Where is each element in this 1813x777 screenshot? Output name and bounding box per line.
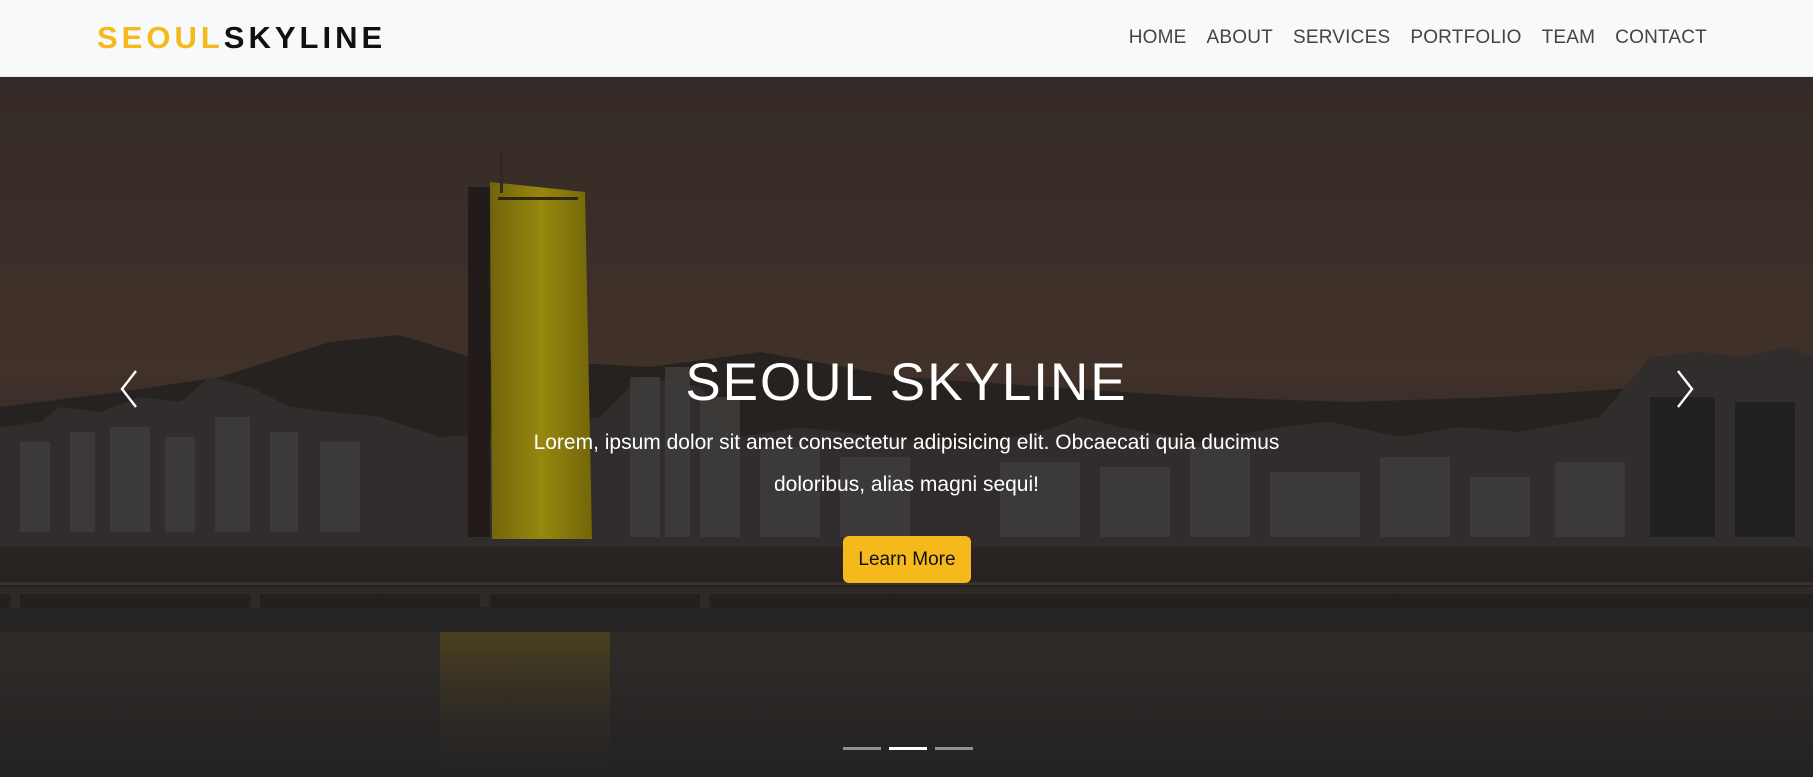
nav-portfolio[interactable]: PORTFOLIO xyxy=(1410,26,1521,50)
brand-logo[interactable]: SEOULSKYLINE xyxy=(97,20,386,56)
nav-services[interactable]: SERVICES xyxy=(1293,26,1390,50)
hero-title: SEOUL SKYLINE xyxy=(685,353,1128,412)
nav-contact[interactable]: CONTACT xyxy=(1615,26,1707,50)
carousel-indicator-3[interactable] xyxy=(935,747,973,750)
nav-team[interactable]: TEAM xyxy=(1542,26,1596,50)
hero-subtitle: Lorem, ipsum dolor sit amet consectetur … xyxy=(533,431,1280,496)
learn-more-button[interactable]: Learn More xyxy=(843,536,971,583)
nav-about[interactable]: ABOUT xyxy=(1207,26,1273,50)
navbar: SEOULSKYLINE HOME ABOUT SERVICES PORTFOL… xyxy=(0,0,1813,77)
hero-carousel: SEOUL SKYLINE Lorem, ipsum dolor sit ame… xyxy=(0,77,1813,777)
brand-part-2: SKYLINE xyxy=(223,20,387,55)
main-nav: HOME ABOUT SERVICES PORTFOLIO TEAM CONTA… xyxy=(1129,26,1707,50)
carousel-indicator-1[interactable] xyxy=(843,747,881,750)
brand-part-1: SEOUL xyxy=(97,20,224,55)
carousel-indicator-2[interactable] xyxy=(889,747,927,750)
nav-home[interactable]: HOME xyxy=(1129,26,1187,50)
carousel-indicators xyxy=(843,747,973,750)
